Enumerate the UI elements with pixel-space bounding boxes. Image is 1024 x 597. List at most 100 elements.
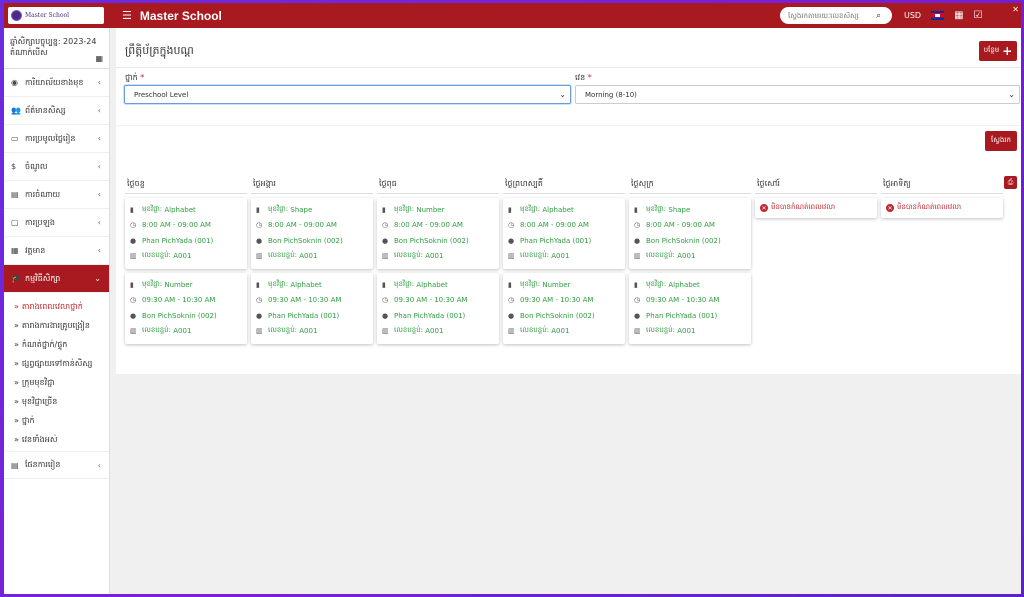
timetable-slot-card[interactable]: ▮ មុខវិជ្ជា: Number ◷ 09:30 AM - 10:30 AM ● B… <box>503 273 625 344</box>
sidebar-item-attendance[interactable]: ▦ វត្តមាន ‹ <box>4 237 109 265</box>
timetable-slot-card[interactable]: ▮ មុខវិជ្ជា: Number ◷ 09:30 AM - 10:30 AM ● B… <box>125 273 247 344</box>
session-info: ឆ្នាំសិក្សាបច្ចុប្បន្ន: 2023-24 តំណាក់បើ… <box>4 28 109 69</box>
subject-prefix: មុខវិជ្ជា: <box>520 279 541 288</box>
calendar-icon: ▦ <box>11 246 19 255</box>
search-button[interactable]: ស្វែងរក <box>985 131 1017 151</box>
academics-submenu: » តារាងពេលវេលាថ្នាក់ » តារាងការងារគ្រូបង្រ… <box>4 293 109 451</box>
search-input[interactable] <box>788 11 876 20</box>
sidebar-item-label: ការប្រឡង <box>25 217 55 227</box>
time-range: 8:00 AM - 09:00 AM <box>646 221 715 230</box>
submenu-class-timetable[interactable]: » តារាងពេលវេលាថ្នាក់ <box>14 297 109 316</box>
currency-selector[interactable]: USD <box>904 11 921 20</box>
timetable-slot-card[interactable]: ▮ មុខវិជ្ជា: Number ◷ 8:00 AM - 09:00 AM ● Bo… <box>377 198 499 269</box>
slot-subject: ▮ មុខវិជ្ជា: Alphabet <box>130 202 247 218</box>
sidebar-item-expense[interactable]: ▤ ការចំណាយ ‹ <box>4 181 109 209</box>
room-prefix: លេខបន្ទប់: <box>646 326 676 335</box>
submenu-shifts[interactable]: » វេនទាំងអស់ <box>14 430 109 449</box>
language-flag-icon[interactable] <box>931 11 945 20</box>
map-icon: ▢ <box>11 218 19 227</box>
subject-name: Alphabet <box>416 280 448 289</box>
slot-teacher: ● Bon PichSoknin (002) <box>634 233 751 249</box>
user-icon: ● <box>382 236 389 245</box>
add-button[interactable]: បន្ថែម + <box>979 41 1017 61</box>
add-button-label: បន្ថែម <box>983 46 1000 54</box>
timetable-slot-card[interactable]: ▮ មុខវិជ្ជា: Shape ◷ 8:00 AM - 09:00 AM ● Bon… <box>251 198 373 269</box>
logo[interactable]: Master School <box>8 7 104 24</box>
timetable-slot-card[interactable]: ▮ មុខវិជ្ជា: Alphabet ◷ 8:00 AM - 09:00 AM ●… <box>125 198 247 269</box>
book-icon: ▮ <box>130 205 134 214</box>
slot-room: ▥ លេខបន្ទប់: A001 <box>634 249 751 265</box>
logo-text: Master School <box>25 12 70 19</box>
user-icon: ● <box>508 236 515 245</box>
submenu-teacher-timetable[interactable]: » តារាងការងារគ្រូបង្រៀន <box>14 316 109 335</box>
room-prefix: លេខបន្ទប់: <box>520 251 550 260</box>
teacher-name: Phan PichYada (001) <box>394 311 466 320</box>
tasks-check-icon[interactable]: ☑ <box>974 10 983 21</box>
calendar-icon[interactable]: ▦ <box>954 10 963 21</box>
subject-prefix: មុខវិជ្ជា: <box>142 204 163 213</box>
room-number: A001 <box>551 327 570 336</box>
clock-icon: ◷ <box>508 296 515 305</box>
sidebar-item-student-info[interactable]: 👥 ព័ត៌មានសិស្ស ‹ <box>4 97 109 125</box>
room-number: A001 <box>677 327 696 336</box>
clock-icon: ◷ <box>256 296 263 305</box>
grid-icon[interactable]: ▦ <box>95 54 103 63</box>
submenu-promote-students[interactable]: » ផ្សព្វផ្សាយទៅកាន់សិស្ស <box>14 354 109 373</box>
submenu-subjects[interactable]: » មុខវិជ្ជាច្រើន <box>14 392 109 411</box>
submenu-subject-group[interactable]: » ក្រុមមុខវិជ្ជា <box>14 373 109 392</box>
sidebar-item-academics[interactable]: 🎓 កម្មវិធីសិក្សា ⌄ <box>4 265 109 293</box>
timetable-slot-card[interactable]: ▮ មុខវិជ្ជា: Alphabet ◷ 8:00 AM - 09:00 AM ●… <box>503 198 625 269</box>
sidebar-item-lesson-plan[interactable]: ▤ ផែនការរៀន ‹ <box>4 451 109 479</box>
submenu-class[interactable]: » ថ្នាក់ <box>14 411 109 430</box>
slot-subject: ▮ មុខវិជ្ជា: Number <box>130 277 247 293</box>
menu-toggle-icon[interactable]: ☰ <box>122 9 132 22</box>
subject-name: Shape <box>668 205 691 214</box>
close-icon[interactable]: ✕ <box>1012 5 1019 14</box>
user-icon: ● <box>634 236 641 245</box>
user-icon: ● <box>634 311 641 320</box>
slot-room: ▥ លេខបន្ទប់: A001 <box>130 324 247 340</box>
time-range: 8:00 AM - 09:00 AM <box>142 221 211 230</box>
timetable-slot-card[interactable]: ▮ មុខវិជ្ជា: Alphabet ◷ 09:30 AM - 10:30 AM… <box>251 273 373 344</box>
room-prefix: លេខបន្ទប់: <box>268 251 298 260</box>
timetable-slot-card[interactable]: ▮ មុខវិជ្ជា: Shape ◷ 8:00 AM - 09:00 AM ● Bon… <box>629 198 751 269</box>
slot-teacher: ● Phan PichYada (001) <box>256 308 373 324</box>
shift-select[interactable]: Morning (8-10) ⌄ <box>575 85 1020 104</box>
slot-teacher: ● Phan PichYada (001) <box>508 233 625 249</box>
user-icon: ● <box>382 311 389 320</box>
user-icon: ● <box>508 311 515 320</box>
chevron-left-icon: ‹ <box>97 106 101 115</box>
submenu-assign-class[interactable]: » កំណត់ថ្នាក់/ផ្ទុក <box>14 335 109 354</box>
slot-subject: ▮ មុខវិជ្ជា: Alphabet <box>382 277 499 293</box>
sidebar-item-exam[interactable]: ▢ ការប្រឡង ‹ <box>4 209 109 237</box>
clock-icon: ◷ <box>508 221 515 230</box>
sidebar-item-label: ការិយាល័យខាងមុខ <box>25 77 84 87</box>
slot-subject: ▮ មុខវិជ្ជា: Number <box>382 202 499 218</box>
sidebar-item-income[interactable]: $ ចំណូល ‹ <box>4 153 109 181</box>
subject-name: Number <box>542 280 571 289</box>
room-prefix: លេខបន្ទប់: <box>142 251 172 260</box>
timetable-slot-card[interactable]: ▮ មុខវិជ្ជា: Alphabet ◷ 09:30 AM - 10:30 AM… <box>629 273 751 344</box>
building-icon: ▥ <box>130 252 137 261</box>
time-range: 8:00 AM - 09:00 AM <box>394 221 463 230</box>
no-schedule-card: ✕ មិនបានកំណត់ពេលវេលា <box>881 198 1003 218</box>
app-title: Master School <box>139 8 222 23</box>
sidebar: ឆ្នាំសិក្សាបច្ចុប្បន្ន: 2023-24 តំណាក់បើ… <box>4 28 110 594</box>
day-column: ថ្ងៃសៅរ៍ ✕ មិនបានកំណត់ពេលវេលា <box>755 178 877 218</box>
class-select[interactable]: Preschool Level ⌄ <box>124 85 571 104</box>
room-prefix: លេខបន្ទប់: <box>520 326 550 335</box>
sidebar-item-front-office[interactable]: ◉ ការិយាល័យខាងមុខ ‹ <box>4 69 109 97</box>
subject-prefix: មុខវិជ្ជា: <box>142 279 163 288</box>
print-icon[interactable]: ⎙ <box>1004 176 1017 189</box>
sidebar-item-fees[interactable]: ▭ ការប្រមូលថ្លៃរៀន ‹ <box>4 125 109 153</box>
search-icon[interactable]: ⌕ <box>876 11 881 21</box>
timetable-slot-card[interactable]: ▮ មុខវិជ្ជា: Alphabet ◷ 09:30 AM - 10:30 AM… <box>377 273 499 344</box>
book-icon: ▮ <box>508 280 512 289</box>
submenu-label: តារាងពេលវេលាថ្នាក់ <box>21 301 83 311</box>
slot-teacher: ● Bon PichSoknin (002) <box>130 308 247 324</box>
room-prefix: លេខបន្ទប់: <box>394 326 424 335</box>
no-schedule-text: មិនបានកំណត់ពេលវេលា <box>771 203 836 211</box>
table-icon: ▤ <box>11 460 19 470</box>
student-search: ⌕ <box>780 7 892 24</box>
day-column: ថ្ងៃចន្ទ ▮ មុខវិជ្ជា: Alphabet ◷ 8:00 AM - 0… <box>125 178 247 344</box>
